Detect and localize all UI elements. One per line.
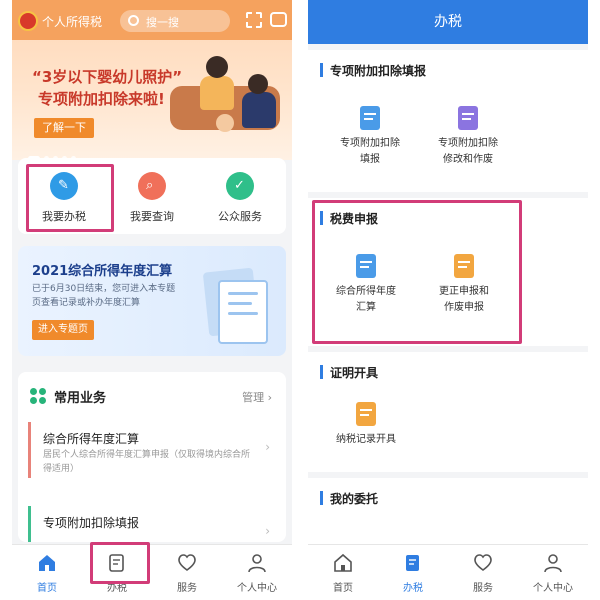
manage-link[interactable]: 管理 › xyxy=(242,389,272,405)
tab-service[interactable]: 服务 xyxy=(152,545,222,600)
highlight-box-filing xyxy=(312,200,522,344)
tab-label: 个人中心 xyxy=(237,583,277,594)
service-heart-icon xyxy=(178,554,196,571)
item-label-line2: 修改和作废 xyxy=(443,154,493,165)
tab-home[interactable]: 首页 xyxy=(12,545,82,600)
learn-more-button[interactable]: 了解一下 xyxy=(34,118,94,138)
service-item[interactable]: 专项附加扣除填报 › xyxy=(28,506,276,542)
tab-profile[interactable]: 个人中心 xyxy=(222,545,292,600)
clover-icon xyxy=(30,388,46,404)
enter-topic-button[interactable]: 进入专题页 xyxy=(32,320,94,340)
tab-label: 首页 xyxy=(37,583,57,594)
shield-icon: ✓ xyxy=(226,172,254,200)
service-item-desc: 居民个人综合所得年度汇算申报（仅取得境内综合所得适用） xyxy=(43,450,251,474)
quick-action-query[interactable]: ⌕ 我要查询 xyxy=(108,158,196,234)
item-label-line1: 纳税记录开具 xyxy=(336,434,396,445)
service-item[interactable]: 综合所得年度汇算 居民个人综合所得年度汇算申报（仅取得境内综合所得适用） › xyxy=(28,422,276,478)
section-title: 专项附加扣除填报 xyxy=(330,64,427,78)
certificate-icon xyxy=(356,402,376,426)
home-icon xyxy=(334,553,352,572)
tab-service[interactable]: 服务 xyxy=(448,545,518,600)
person-icon xyxy=(544,554,562,573)
highlight-box-tax-tab xyxy=(90,542,150,584)
quick-action-label: 我要查询 xyxy=(130,210,174,223)
banner-subheadline: 专项附加扣除来啦! xyxy=(38,90,165,108)
tab-label: 个人中心 xyxy=(533,583,573,594)
tab-label: 办税 xyxy=(403,583,423,594)
page-title: 办税 xyxy=(308,0,588,44)
tab-label: 服务 xyxy=(473,583,493,594)
common-services: 常用业务 管理 › 综合所得年度汇算 居民个人综合所得年度汇算申报（仅取得境内综… xyxy=(18,372,286,542)
person-icon xyxy=(248,554,266,573)
emblem-icon xyxy=(18,11,38,31)
item-label-line1: 专项附加扣除 xyxy=(438,138,498,149)
common-services-title: 常用业务 xyxy=(54,391,107,406)
search-placeholder: 搜一搜 xyxy=(146,16,179,29)
tab-label: 服务 xyxy=(177,583,197,594)
tax-doc-icon xyxy=(406,555,419,571)
annual-settlement-card[interactable]: 2021综合所得年度汇算 已于6月30日结束，您可进入本专题页查看记录或补办年度… xyxy=(18,246,286,356)
home-icon xyxy=(39,555,55,571)
hero-banner[interactable]: 个人所得税 搜一搜 “3岁以下婴幼儿照护” 专项附加扣除来啦! 了解一下 xyxy=(12,0,292,160)
search-input[interactable]: 搜一搜 xyxy=(120,10,230,32)
bottom-tab-bar: 首页 办税 服务 个人中心 xyxy=(12,544,292,600)
documents-illustration xyxy=(188,267,268,344)
section-title: 我的委托 xyxy=(330,492,379,506)
highlight-box-tax xyxy=(26,164,114,232)
scan-icon[interactable] xyxy=(246,12,262,28)
chevron-right-icon: › xyxy=(265,440,270,454)
tab-home[interactable]: 首页 xyxy=(308,545,378,600)
bottom-tab-bar: 首页 办税 服务 个人中心 xyxy=(308,544,588,600)
item-label-line1: 专项附加扣除 xyxy=(340,138,400,149)
quick-action-service[interactable]: ✓ 公众服务 xyxy=(196,158,284,234)
service-item-title: 专项附加扣除填报 xyxy=(43,516,140,530)
service-heart-icon xyxy=(474,554,492,571)
search-icon xyxy=(128,15,139,26)
quick-action-label: 公众服务 xyxy=(218,210,262,223)
tab-tax[interactable]: 办税 xyxy=(378,545,448,600)
section-my-delegation: 我的委托 xyxy=(308,478,588,544)
message-icon[interactable] xyxy=(270,12,287,27)
family-illustration xyxy=(160,50,290,150)
annual-title: 2021综合所得年度汇算 xyxy=(32,264,173,279)
tab-label: 首页 xyxy=(333,583,353,594)
search-icon: ⌕ xyxy=(138,172,166,200)
service-item-title: 综合所得年度汇算 xyxy=(43,432,140,446)
section-special-deduction: 专项附加扣除填报 专项附加扣除 填报 专项附加扣除 修改和作废 xyxy=(308,50,588,192)
app-title: 个人所得税 xyxy=(42,15,103,29)
item-label-line2: 填报 xyxy=(360,154,380,165)
section-certificate: 证明开具 纳税记录开具 xyxy=(308,352,588,472)
tab-profile[interactable]: 个人中心 xyxy=(518,545,588,600)
chevron-right-icon: › xyxy=(265,524,270,538)
document-edit-icon xyxy=(458,106,478,130)
annual-description: 已于6月30日结束，您可进入本专题页查看记录或补办年度汇算 xyxy=(32,284,176,308)
home-screen: 个人所得税 搜一搜 “3岁以下婴幼儿照护” 专项附加扣除来啦! 了解一下 ✎ 我… xyxy=(12,0,292,600)
section-title: 证明开具 xyxy=(330,366,379,380)
tax-screen: 办税 专项附加扣除填报 专项附加扣除 填报 专项附加扣除 修改和作废 税费申报 综合… xyxy=(308,0,588,600)
document-icon xyxy=(360,106,380,130)
